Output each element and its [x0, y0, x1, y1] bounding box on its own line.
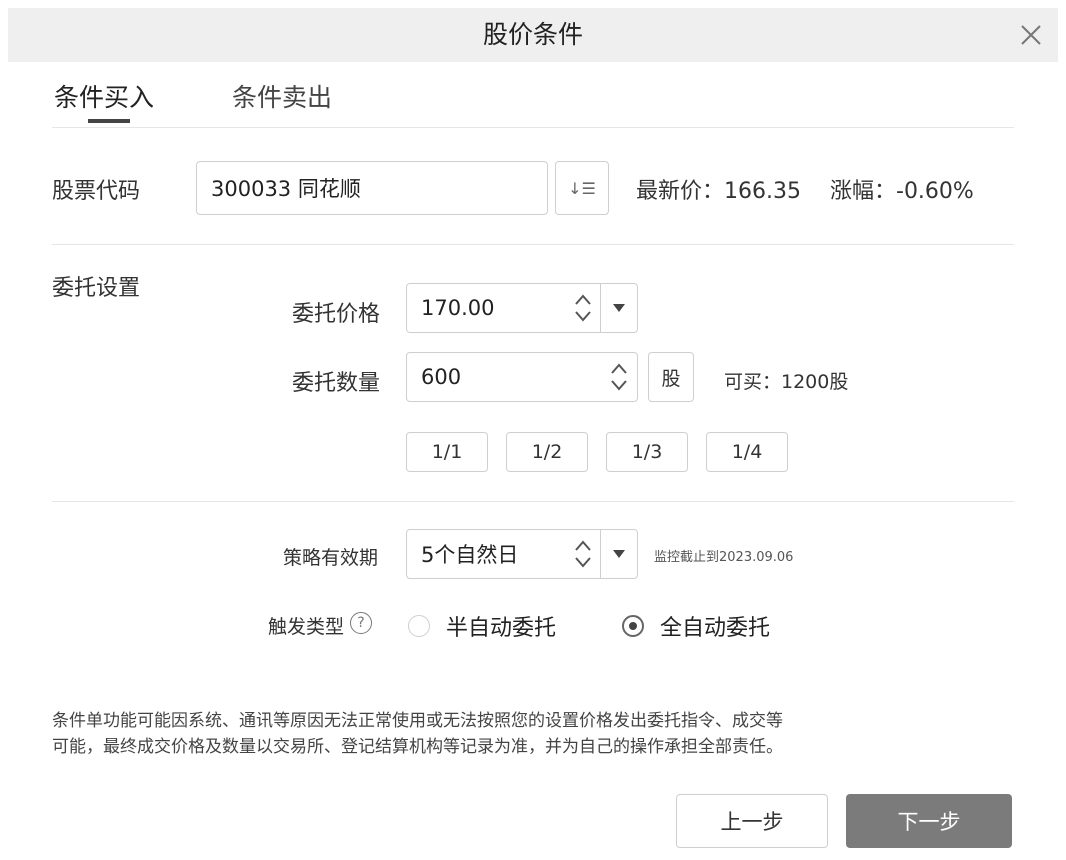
- validity-value: 5个自然日: [421, 543, 519, 567]
- validity-label: 策略有效期: [282, 547, 378, 569]
- radio-full-auto[interactable]: 全自动委托: [622, 610, 770, 642]
- fraction-button-1-3[interactable]: 1/3: [606, 432, 688, 472]
- dialog-title: 股价条件: [482, 20, 583, 49]
- disclaimer-text: 条件单功能可能因系统、通讯等原因无法正常使用或无法按照您的设置价格发出委托指令、…: [52, 708, 1012, 760]
- price-stepper[interactable]: [568, 287, 598, 329]
- radio-semi-auto-label: 半自动委托: [446, 616, 557, 641]
- validity-stepper[interactable]: [568, 533, 598, 575]
- available-quantity: 可买：1200股: [724, 371, 849, 393]
- sort-list-icon: ↓☰: [568, 178, 596, 198]
- fraction-button-1-4[interactable]: 1/4: [706, 432, 788, 472]
- radio-circle: [408, 615, 430, 637]
- latest-price: 最新价：166.35: [636, 179, 801, 204]
- stepper-up-down-icon: [575, 294, 591, 322]
- stepper-up-down-icon: [611, 363, 627, 391]
- divider: [52, 501, 1014, 502]
- previous-step-button[interactable]: 上一步: [676, 794, 828, 848]
- order-quantity-label: 委托数量: [291, 371, 380, 396]
- stepper-up-down-icon: [575, 540, 591, 568]
- quantity-stepper[interactable]: [604, 356, 634, 398]
- order-price-label: 委托价格: [291, 302, 380, 327]
- tab-conditional-sell[interactable]: 条件卖出: [232, 78, 332, 114]
- active-tab-indicator: [88, 119, 130, 123]
- order-quantity-value: 600: [421, 365, 462, 389]
- fraction-button-1-2[interactable]: 1/2: [506, 432, 588, 472]
- stock-code-label: 股票代码: [52, 179, 141, 204]
- stock-picker-button[interactable]: ↓☰: [555, 161, 609, 215]
- price-dropdown-button[interactable]: [600, 284, 637, 332]
- divider: [52, 244, 1014, 245]
- trigger-type-label: 触发类型: [267, 616, 344, 638]
- disclaimer-line-2: 可能，最终成交价格及数量以交易所、登记结算机构等记录为准，并为自己的操作承担全部…: [52, 737, 783, 757]
- quantity-unit-button[interactable]: 股: [648, 352, 694, 402]
- order-settings-label: 委托设置: [52, 276, 141, 301]
- tab-conditional-buy[interactable]: 条件买入: [54, 78, 154, 114]
- radio-circle-checked: [622, 615, 644, 637]
- dialog-title-bar: 股价条件: [8, 8, 1058, 62]
- help-icon[interactable]: ?: [350, 612, 372, 634]
- next-step-button[interactable]: 下一步: [846, 794, 1012, 848]
- stock-code-input[interactable]: 300033 同花顺: [196, 161, 548, 215]
- radio-semi-auto[interactable]: 半自动委托: [408, 610, 556, 642]
- divider: [52, 127, 1014, 128]
- monitor-until-note: 监控截止到2023.09.06: [654, 550, 794, 565]
- disclaimer-line-1: 条件单功能可能因系统、通讯等原因无法正常使用或无法按照您的设置价格发出委托指令、…: [52, 711, 783, 731]
- validity-dropdown-button[interactable]: [600, 530, 637, 578]
- price-change: 涨幅：-0.60%: [830, 179, 974, 204]
- caret-down-icon: [613, 304, 625, 312]
- fraction-button-1-1[interactable]: 1/1: [406, 432, 488, 472]
- caret-down-icon: [613, 550, 625, 558]
- order-price-value: 170.00: [421, 296, 495, 320]
- radio-full-auto-label: 全自动委托: [660, 616, 771, 641]
- stock-code-value: 300033 同花顺: [211, 177, 361, 201]
- close-icon[interactable]: [1016, 20, 1046, 50]
